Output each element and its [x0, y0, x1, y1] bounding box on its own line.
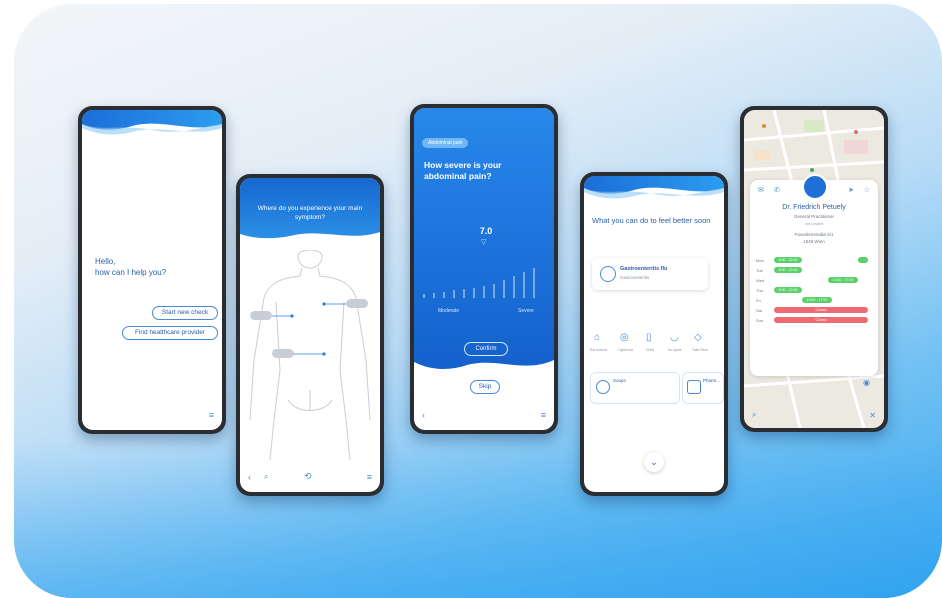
locate-icon[interactable]: ◉ — [863, 378, 870, 387]
scale-max-label: Severe — [518, 308, 534, 314]
tips-row: ⌂ ◎ ▯ ◡ ◇ Eat normal Light food Drink No… — [590, 332, 720, 358]
condition-subtitle: Gastroenteritis — [620, 275, 650, 280]
tip-label: Take Rest — [692, 348, 708, 352]
wave-header — [82, 110, 222, 135]
navigate-icon[interactable]: ➤ — [848, 186, 854, 194]
condition-card[interactable]: Gastroenteritis flu Gastroenteritis — [592, 258, 708, 290]
skip-button[interactable]: Skip — [470, 380, 500, 394]
stomach-icon — [600, 266, 616, 282]
menu-icon[interactable]: ≡ — [367, 472, 372, 482]
phone-icon[interactable]: ✆ — [774, 186, 780, 194]
severity-slider[interactable] — [420, 264, 550, 304]
confirm-button[interactable]: Confirm — [464, 342, 508, 356]
house-icon: ⌂ — [594, 332, 601, 343]
screen-severity: Abdominal pain How severe is your abdomi… — [414, 108, 554, 430]
tip-label: Eat normal — [590, 348, 607, 352]
scale-min-label: Moderate — [438, 308, 460, 314]
address-line2: 1040 Wien — [803, 239, 825, 244]
screen-doctor-map: ✉ ✆ ➤ ☆ Dr. Friedrich Petuely General Pr… — [744, 110, 884, 428]
glass-icon: ▯ — [646, 332, 652, 343]
menu-icon[interactable]: ≡ — [541, 410, 546, 420]
tip-label: Light food — [618, 348, 634, 352]
doctor-avatar — [802, 174, 828, 200]
question-text: How severe is your abdominal pain? — [424, 160, 502, 181]
closed-badge: Closed — [774, 317, 868, 323]
tip-card-title: Soups — [613, 378, 626, 383]
slot-badge: 8:00 - 12:00 — [774, 267, 802, 273]
bowl-icon: ◡ — [670, 332, 679, 343]
close-icon[interactable]: ✕ — [869, 411, 876, 420]
wave-header — [584, 176, 724, 199]
jar-icon — [596, 380, 610, 394]
favorite-icon[interactable]: ☆ — [864, 186, 870, 194]
opening-hours: Mon Tue Wed Thu Fri Sat Sun 8:00 - 12:00… — [756, 252, 872, 362]
tip-card-pharmacy[interactable]: Pharm... — [682, 372, 724, 404]
doctor-name: Dr. Friedrich Petuely — [782, 204, 846, 211]
search-icon[interactable]: ⌕ — [264, 472, 268, 482]
bottle-icon — [687, 380, 701, 394]
doctor-specialty: General Practitioner — [793, 214, 835, 219]
doctor-card: ✉ ✆ ➤ ☆ Dr. Friedrich Petuely General Pr… — [750, 174, 878, 376]
doctor-status: not loaded — [804, 221, 824, 226]
severity-value: 7.0 — [479, 226, 493, 236]
phone-severity: Abdominal pain How severe is your abdomi… — [410, 104, 558, 434]
tip-label: Drink — [646, 348, 655, 352]
back-icon[interactable]: ‹ — [422, 410, 425, 420]
day-label: Thu — [756, 288, 763, 293]
food-icon: ◎ — [620, 332, 629, 343]
tip-card-soups[interactable]: Soups — [590, 372, 680, 404]
day-label: Sat — [756, 308, 763, 313]
slot-badge: 8:00 - 12:00 — [774, 257, 802, 263]
day-label: Mon — [756, 258, 764, 263]
screen-home: Hello, how can I help you? Start new che… — [82, 110, 222, 430]
expand-button[interactable]: ⌄ — [644, 452, 664, 472]
find-provider-button[interactable]: Find healthcare provider — [122, 326, 218, 340]
tip-card-title: Pharm... — [703, 378, 721, 383]
tip-label: No spice — [668, 348, 682, 352]
day-label: Wed — [756, 278, 765, 283]
day-label: Tue — [756, 268, 763, 273]
phone-doctor-map: ✉ ✆ ➤ ☆ Dr. Friedrich Petuely General Pr… — [740, 106, 888, 432]
menu-icon[interactable]: ≡ — [209, 410, 214, 420]
slot-badge: 13:00 - 17:00 — [802, 297, 832, 303]
rotate-icon[interactable]: ⟲ — [304, 471, 312, 482]
address-line1: Favoritenstraße 6/1 — [794, 232, 834, 237]
greeting-text: Hello, how can I help you? — [95, 257, 167, 277]
day-label: Fri — [756, 298, 761, 303]
search-icon[interactable]: ⌕ — [752, 410, 756, 420]
body-figure[interactable] — [240, 250, 380, 460]
pill-icon: ◇ — [694, 332, 702, 343]
screen-body-map: Where do you experience your main sympto… — [240, 178, 380, 492]
slot-badge: 13:00 - 17:00 — [828, 277, 858, 283]
chevron-down-icon: ⌄ — [650, 457, 658, 467]
symptom-tag: Abdominal pain — [422, 138, 469, 148]
phone-body-map: Where do you experience your main sympto… — [236, 174, 384, 496]
day-label: Sun — [756, 318, 764, 323]
slot-badge: 8:00 - 12:00 — [774, 287, 802, 293]
back-icon[interactable]: ‹ — [248, 472, 251, 482]
start-check-button[interactable]: Start new check — [152, 306, 218, 320]
closed-badge: Closed — [774, 307, 868, 313]
severity-pointer-icon: ▽ — [481, 239, 487, 246]
question-text: Where do you experience your main sympto… — [257, 205, 363, 221]
condition-title: Gastroenteritis flu — [620, 266, 668, 272]
phone-home: Hello, how can I help you? Start new che… — [78, 106, 226, 434]
mail-icon[interactable]: ✉ — [758, 186, 764, 194]
showcase-background: Hello, how can I help you? Start new che… — [14, 4, 942, 598]
heading-text: What you can do to feel better soon — [592, 216, 711, 225]
screen-recommendations: What you can do to feel better soon Gast… — [584, 176, 724, 492]
slot-badge — [858, 257, 868, 263]
phone-recommendations: What you can do to feel better soon Gast… — [580, 172, 728, 496]
